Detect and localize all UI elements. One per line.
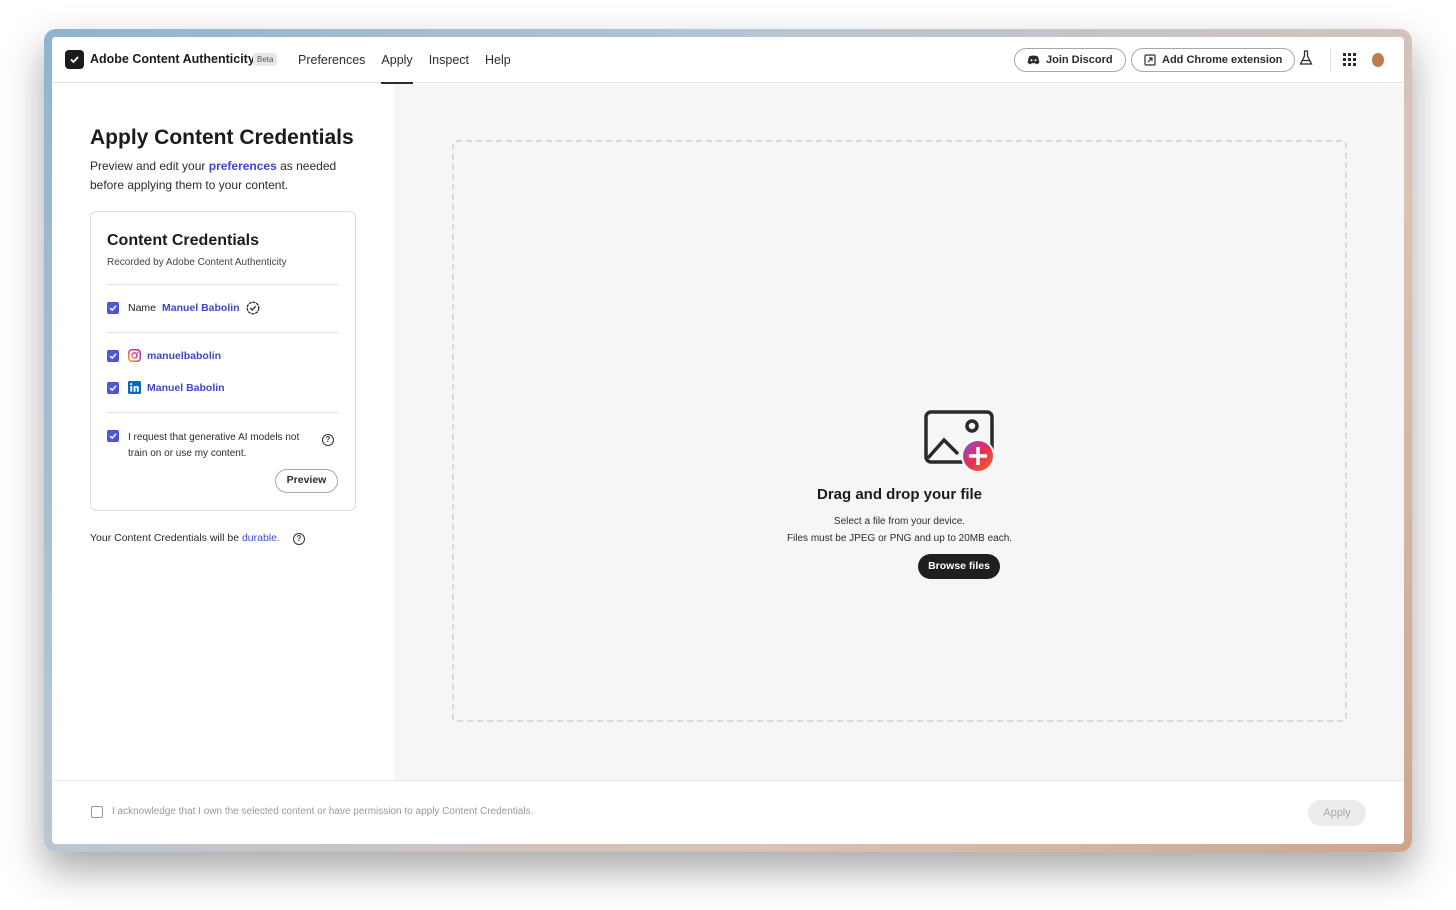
page-title: Apply Content Credentials: [90, 126, 354, 149]
join-discord-button[interactable]: Join Discord: [1014, 48, 1126, 72]
file-dropzone[interactable]: Drag and drop your file Select a file fr…: [452, 140, 1347, 722]
verified-badge-icon: [246, 301, 260, 320]
main-nav: Preferences Apply Inspect Help: [298, 37, 527, 84]
footer-bar: I acknowledge that I own the selected co…: [52, 780, 1404, 844]
add-chrome-extension-label: Add Chrome extension: [1162, 54, 1283, 66]
card-title: Content Credentials: [107, 232, 260, 249]
nav-preferences[interactable]: Preferences: [298, 37, 365, 83]
card-divider: [107, 412, 339, 413]
durable-link[interactable]: durable.: [242, 532, 280, 544]
durable-help-icon[interactable]: ?: [293, 533, 305, 545]
app-switcher-grid-icon[interactable]: [1343, 53, 1356, 71]
name-label: Name: [128, 302, 157, 314]
linkedin-checkbox[interactable]: [107, 382, 119, 394]
instagram-icon: [128, 349, 141, 367]
linkedin-icon: [128, 381, 141, 399]
upload-area: Drag and drop your file Select a file fr…: [394, 84, 1404, 780]
acknowledge-checkbox[interactable]: [91, 806, 103, 818]
intro-text-start: Preview and edit your: [90, 159, 209, 173]
external-install-icon: [1144, 54, 1156, 66]
instagram-checkbox[interactable]: [107, 350, 119, 362]
nav-help[interactable]: Help: [485, 37, 511, 83]
acknowledge-label: I acknowledge that I own the selected co…: [112, 806, 534, 817]
preferences-link[interactable]: preferences: [209, 159, 277, 173]
browse-files-button[interactable]: Browse files: [918, 554, 1000, 579]
labs-flask-icon[interactable]: [1299, 50, 1313, 71]
ai-training-help-icon[interactable]: ?: [322, 434, 334, 446]
apply-button[interactable]: Apply: [1308, 800, 1366, 826]
preview-button[interactable]: Preview: [275, 469, 338, 493]
ai-training-opt-out-checkbox[interactable]: [107, 430, 119, 442]
card-subtitle: Recorded by Adobe Content Authenticity: [107, 257, 287, 268]
dropzone-instructions: Select a file from your device.: [833, 516, 966, 527]
content-credentials-card: Content Credentials Recorded by Adobe Co…: [90, 211, 356, 511]
card-divider: [107, 332, 339, 333]
nav-apply[interactable]: Apply: [381, 37, 413, 84]
card-divider: [107, 284, 339, 285]
intro-text: Preview and edit your preferences as nee…: [90, 157, 350, 195]
top-bar: Adobe Content Authenticity Beta Preferen…: [52, 37, 1404, 84]
nav-inspect[interactable]: Inspect: [429, 37, 469, 83]
instagram-link[interactable]: manuelbabolin: [147, 350, 221, 362]
dropzone-title: Drag and drop your file: [816, 486, 982, 503]
durable-note: Your Content Credentials will be durable…: [90, 532, 280, 544]
ai-training-opt-out-label: I request that generative AI models not …: [128, 432, 300, 459]
header-divider: [1330, 48, 1331, 72]
name-value-link[interactable]: Manuel Babolin: [162, 302, 240, 314]
adobe-content-authenticity-logo-icon[interactable]: [65, 50, 84, 69]
app-window: Adobe Content Authenticity Beta Preferen…: [52, 37, 1404, 844]
add-chrome-extension-button[interactable]: Add Chrome extension: [1131, 48, 1296, 72]
discord-icon: [1027, 55, 1040, 65]
add-image-icon: [924, 410, 998, 479]
beta-badge: Beta: [253, 53, 278, 66]
left-panel: Apply Content Credentials Preview and ed…: [52, 84, 394, 780]
name-checkbox[interactable]: [107, 302, 119, 314]
linkedin-link[interactable]: Manuel Babolin: [147, 382, 225, 394]
durable-note-text: Your Content Credentials will be: [90, 532, 242, 544]
dropzone-requirements: Files must be JPEG or PNG and up to 20MB…: [786, 533, 1013, 544]
user-avatar[interactable]: [1372, 53, 1384, 67]
brand-name[interactable]: Adobe Content Authenticity: [90, 52, 255, 66]
join-discord-label: Join Discord: [1046, 54, 1113, 66]
